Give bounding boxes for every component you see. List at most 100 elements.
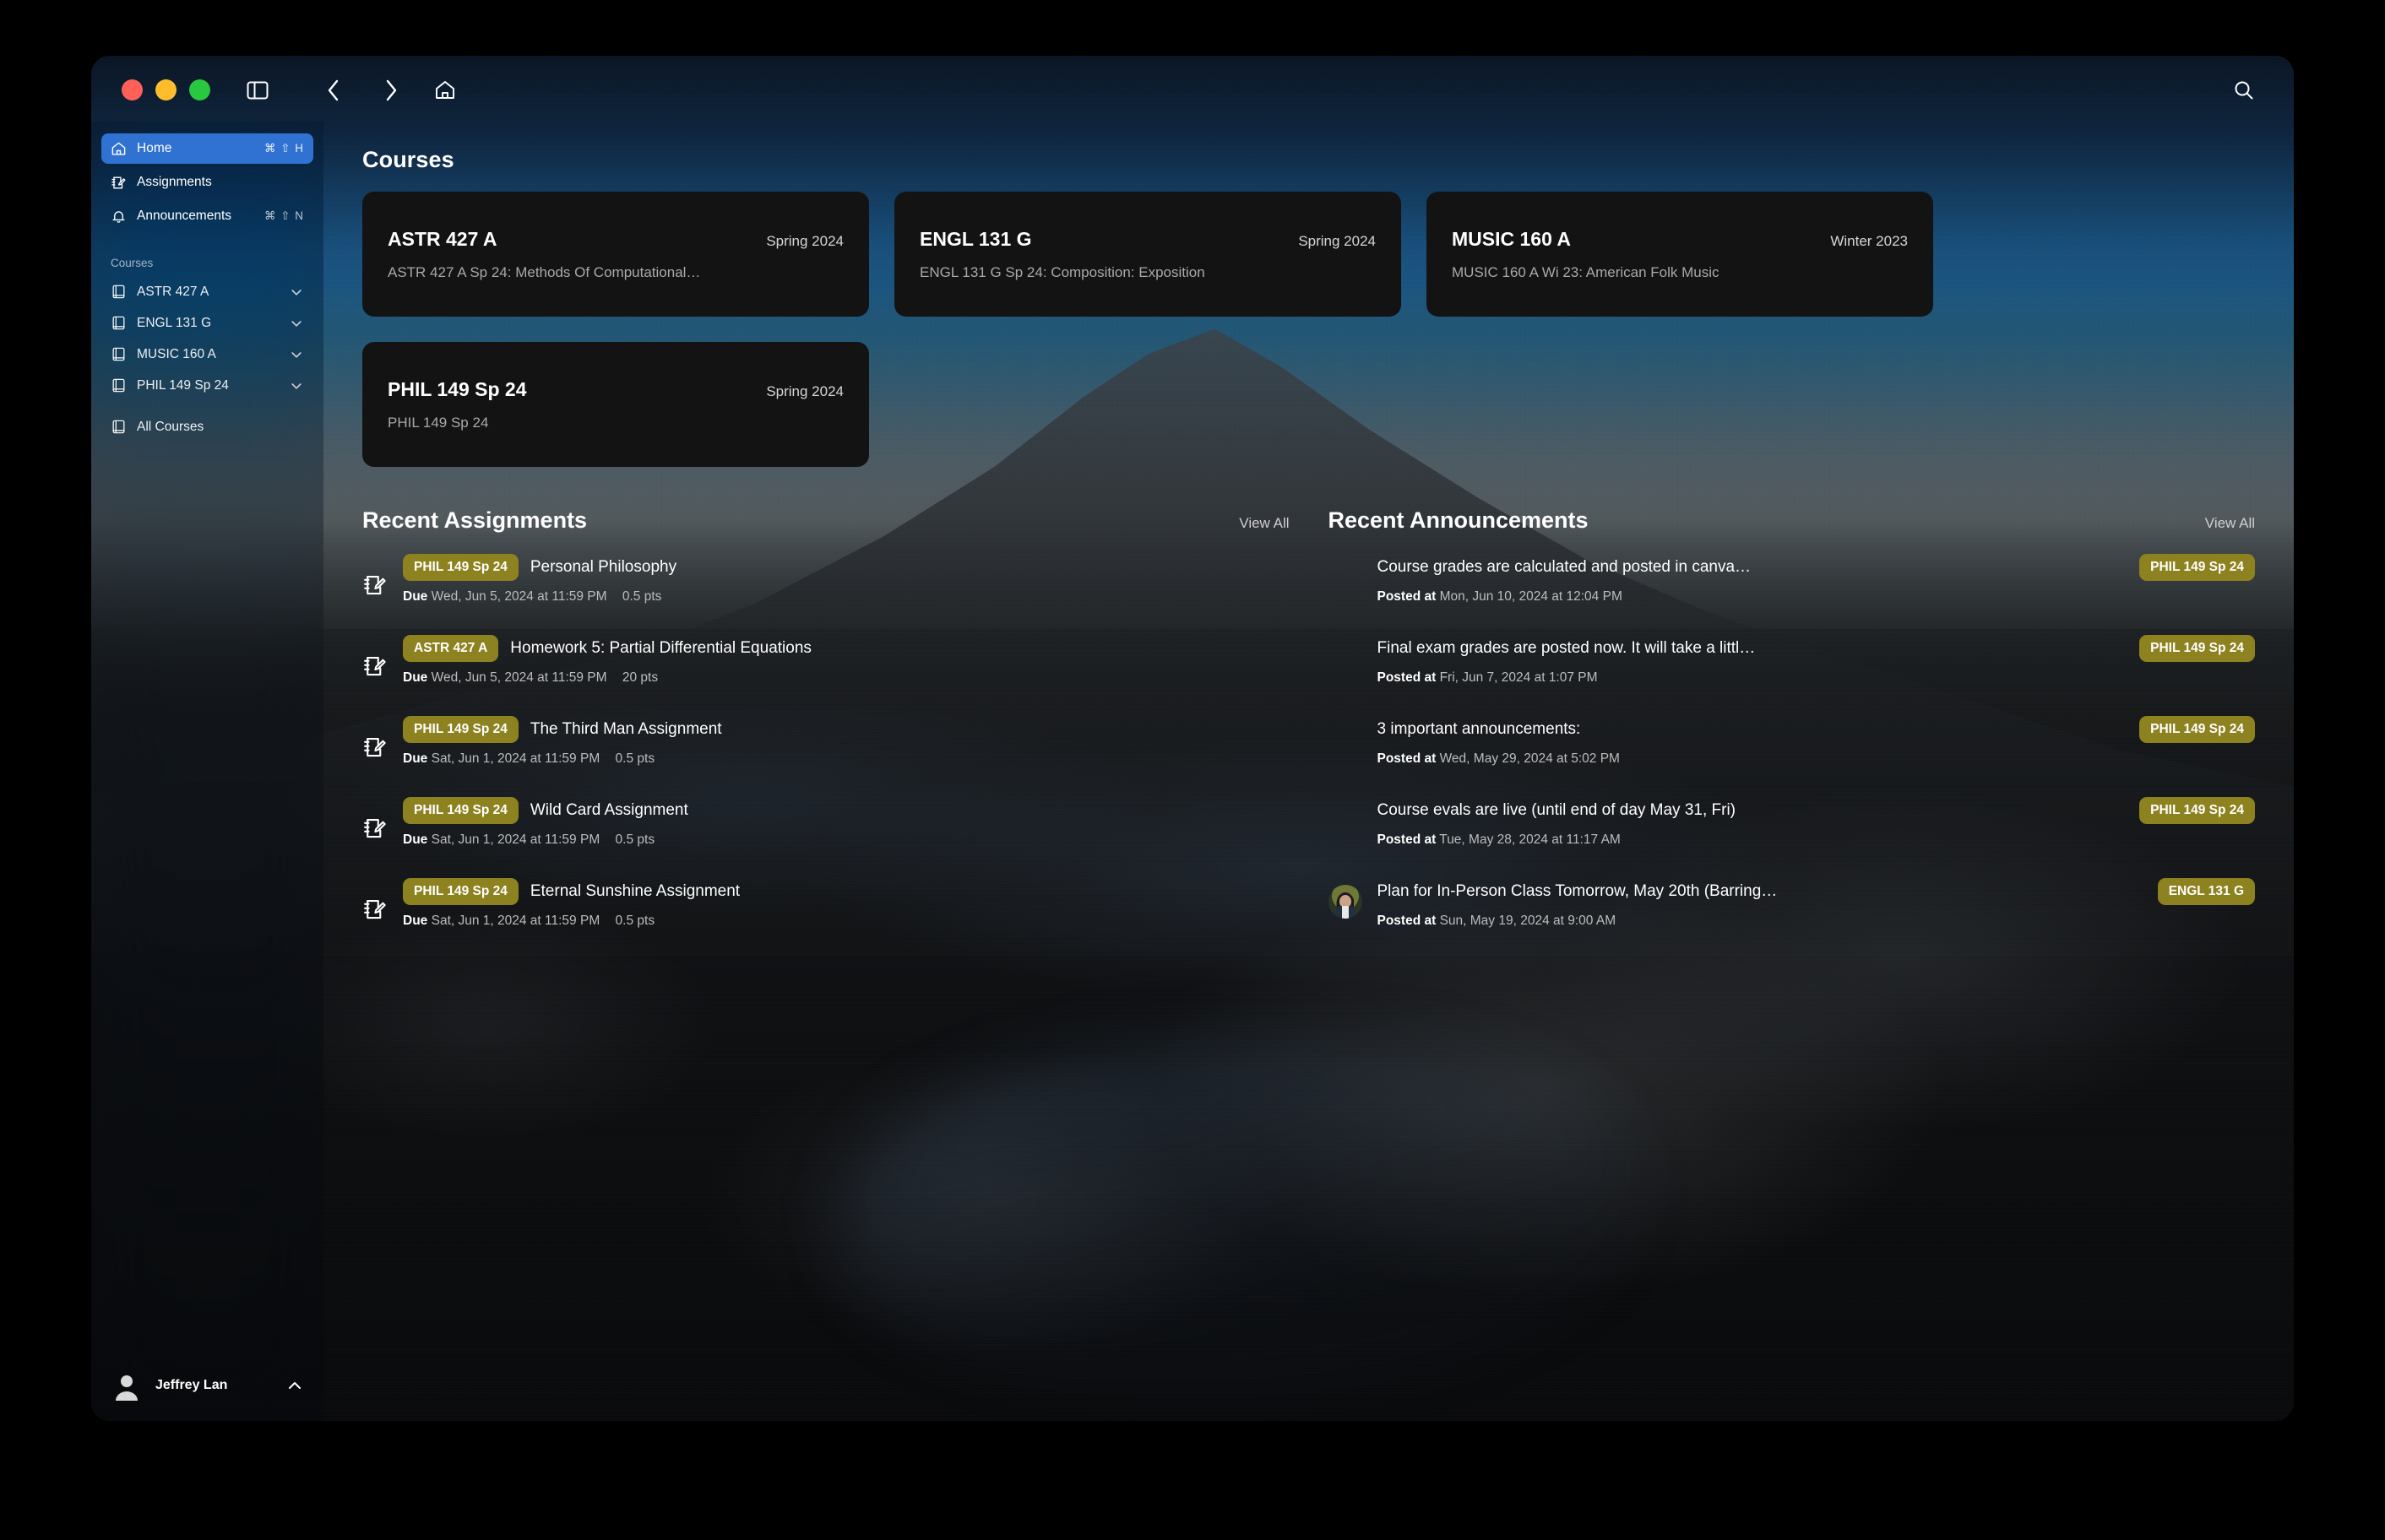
home-icon[interactable] [429, 74, 461, 106]
announcement-row[interactable]: Course grades are calculated and posted … [1328, 554, 2255, 605]
course-description: PHIL 149 Sp 24 [388, 414, 489, 431]
due-date: Sat, Jun 1, 2024 at 11:59 PM [431, 914, 600, 928]
assignment-row[interactable]: PHIL 149 Sp 24 Eternal Sunshine Assignme… [362, 878, 1290, 929]
book-icon [111, 346, 127, 362]
minimize-button[interactable] [155, 79, 177, 100]
user-profile[interactable]: Jeffrey Lan [91, 1350, 323, 1421]
course-card[interactable]: MUSIC 160 A Winter 2023 MUSIC 160 A Wi 2… [1426, 192, 1933, 317]
sidebar-course-label: PHIL 149 Sp 24 [137, 377, 229, 393]
course-badge[interactable]: PHIL 149 Sp 24 [403, 797, 519, 824]
section-title: Recent Announcements [1328, 507, 1589, 533]
avatar-slot [1328, 885, 1362, 919]
due-label: Due [403, 751, 428, 766]
back-icon[interactable] [318, 74, 350, 106]
assignment-row[interactable]: PHIL 149 Sp 24 Wild Card Assignment Due … [362, 797, 1290, 848]
sidebar-item-all-courses[interactable]: All Courses [101, 411, 313, 442]
sidebar-course-label: All Courses [137, 419, 204, 434]
course-badge[interactable]: PHIL 149 Sp 24 [2139, 716, 2255, 743]
view-all-assignments-link[interactable]: View All [1239, 515, 1289, 532]
assignment-meta: Due Wed, Jun 5, 2024 at 11:59 PM 0.5 pts [403, 589, 1290, 605]
sidebar-item-shortcut: ⌘ ⇧ N [263, 209, 304, 222]
sidebar-item-label: Home [137, 141, 172, 155]
announcement-meta: Posted at Wed, May 29, 2024 at 5:02 PM [1377, 751, 2256, 767]
author-avatar [1328, 885, 1362, 919]
course-badge[interactable]: PHIL 149 Sp 24 [2139, 635, 2255, 662]
course-badge[interactable]: PHIL 149 Sp 24 [2139, 554, 2255, 581]
announcement-title: 3 important announcements: [1377, 720, 1581, 738]
assignment-row[interactable]: PHIL 149 Sp 24 Personal Philosophy Due W… [362, 554, 1290, 605]
book-icon [111, 377, 127, 393]
view-all-announcements-link[interactable]: View All [2205, 515, 2255, 532]
course-card[interactable]: ASTR 427 A Spring 2024 ASTR 427 A Sp 24:… [362, 192, 869, 317]
assignment-points: 0.5 pts [622, 589, 662, 604]
sidebar-course-label: MUSIC 160 A [137, 346, 216, 361]
forward-icon[interactable] [375, 74, 407, 106]
course-term: Spring 2024 [766, 232, 844, 249]
assignment-icon [362, 653, 388, 679]
due-label: Due [403, 670, 428, 685]
announcement-meta: Posted at Fri, Jun 7, 2024 at 1:07 PM [1377, 670, 2256, 686]
announcement-row[interactable]: 3 important announcements: PHIL 149 Sp 2… [1328, 716, 2256, 767]
announcement-title: Course evals are live (until end of day … [1377, 801, 1736, 819]
posted-date: Fri, Jun 7, 2024 at 1:07 PM [1439, 670, 1598, 685]
course-term: Winter 2023 [1830, 232, 1908, 249]
close-button[interactable] [122, 79, 143, 100]
announcement-row[interactable]: Final exam grades are posted now. It wil… [1328, 635, 2256, 686]
chevron-down-icon[interactable] [289, 347, 304, 362]
course-code: PHIL 149 Sp 24 [388, 377, 527, 400]
chevron-down-icon[interactable] [289, 378, 304, 393]
assignment-meta: Due Sat, Jun 1, 2024 at 11:59 PM 0.5 pts [403, 751, 1290, 767]
course-badge[interactable]: PHIL 149 Sp 24 [403, 716, 519, 743]
sidebar-item-phil-149-sp-24[interactable]: PHIL 149 Sp 24 [101, 370, 313, 401]
chevron-down-icon[interactable] [289, 316, 304, 331]
course-card[interactable]: PHIL 149 Sp 24 Spring 2024 PHIL 149 Sp 2… [362, 342, 869, 467]
chevron-up-icon[interactable] [286, 1377, 303, 1394]
sidebar-course-label: ENGL 131 G [137, 315, 212, 330]
due-date: Sat, Jun 1, 2024 at 11:59 PM [431, 751, 600, 766]
assignment-points: 0.5 pts [615, 751, 655, 766]
chevron-down-icon[interactable] [289, 285, 304, 300]
course-badge[interactable]: PHIL 149 Sp 24 [2139, 797, 2255, 824]
course-description: MUSIC 160 A Wi 23: American Folk Music [1452, 263, 1719, 280]
sidebar-item-home[interactable]: Home ⌘ ⇧ H [101, 133, 313, 164]
sidebar-item-announcements[interactable]: Announcements ⌘ ⇧ N [101, 201, 313, 231]
course-term: Spring 2024 [766, 382, 844, 399]
assignment-meta: Due Sat, Jun 1, 2024 at 11:59 PM 0.5 pts [403, 832, 1290, 848]
window-titlebar [91, 56, 2294, 122]
sidebar-item-astr-427-a[interactable]: ASTR 427 A [101, 276, 313, 307]
announcement-row[interactable]: Plan for In-Person Class Tomorrow, May 2… [1328, 878, 2255, 929]
app-window: Home ⌘ ⇧ H Assignments Announcements ⌘ ⇧… [91, 56, 2294, 1421]
sidebar-item-assignments[interactable]: Assignments [101, 167, 313, 198]
sidebar-item-shortcut: ⌘ ⇧ H [263, 142, 304, 155]
assignment-title: Homework 5: Partial Differential Equatio… [510, 639, 812, 657]
sidebar-toggle-icon[interactable] [242, 74, 274, 106]
assignment-row[interactable]: ASTR 427 A Homework 5: Partial Different… [362, 635, 1290, 686]
due-date: Wed, Jun 5, 2024 at 11:59 PM [431, 670, 607, 685]
avatar-placeholder-icon [116, 1375, 138, 1401]
course-badge[interactable]: PHIL 149 Sp 24 [403, 554, 519, 581]
sidebar-item-music-160-a[interactable]: MUSIC 160 A [101, 339, 313, 370]
course-badge[interactable]: ENGL 131 G [2157, 878, 2255, 905]
announcement-row[interactable]: Course evals are live (until end of day … [1328, 797, 2255, 848]
assignment-points: 0.5 pts [615, 914, 655, 928]
announcement-title: Course grades are calculated and posted … [1377, 558, 1752, 576]
posted-date: Mon, Jun 10, 2024 at 12:04 PM [1439, 589, 1622, 604]
posted-label: Posted at [1377, 670, 1437, 685]
sidebar-item-engl-131-g[interactable]: ENGL 131 G [101, 307, 313, 339]
sidebar-item-label: Assignments [137, 175, 212, 189]
assignment-row[interactable]: PHIL 149 Sp 24 The Third Man Assignment … [362, 716, 1290, 767]
maximize-button[interactable] [189, 79, 210, 100]
course-badge[interactable]: ASTR 427 A [403, 635, 499, 662]
assignment-title: Wild Card Assignment [530, 801, 688, 819]
assignment-title: The Third Man Assignment [530, 720, 722, 738]
book-icon [111, 419, 127, 435]
search-icon[interactable] [2228, 74, 2260, 106]
course-badge[interactable]: PHIL 149 Sp 24 [403, 878, 519, 905]
assignment-icon [362, 735, 388, 760]
course-code: ASTR 427 A [388, 227, 497, 250]
course-card[interactable]: ENGL 131 G Spring 2024 ENGL 131 G Sp 24:… [894, 192, 1401, 317]
sidebar-nav: Home ⌘ ⇧ H Assignments Announcements ⌘ ⇧… [91, 122, 323, 231]
page-title: Courses [362, 147, 454, 172]
assignment-points: 20 pts [622, 670, 659, 685]
course-card-grid: ASTR 427 A Spring 2024 ASTR 427 A Sp 24:… [362, 192, 2255, 467]
